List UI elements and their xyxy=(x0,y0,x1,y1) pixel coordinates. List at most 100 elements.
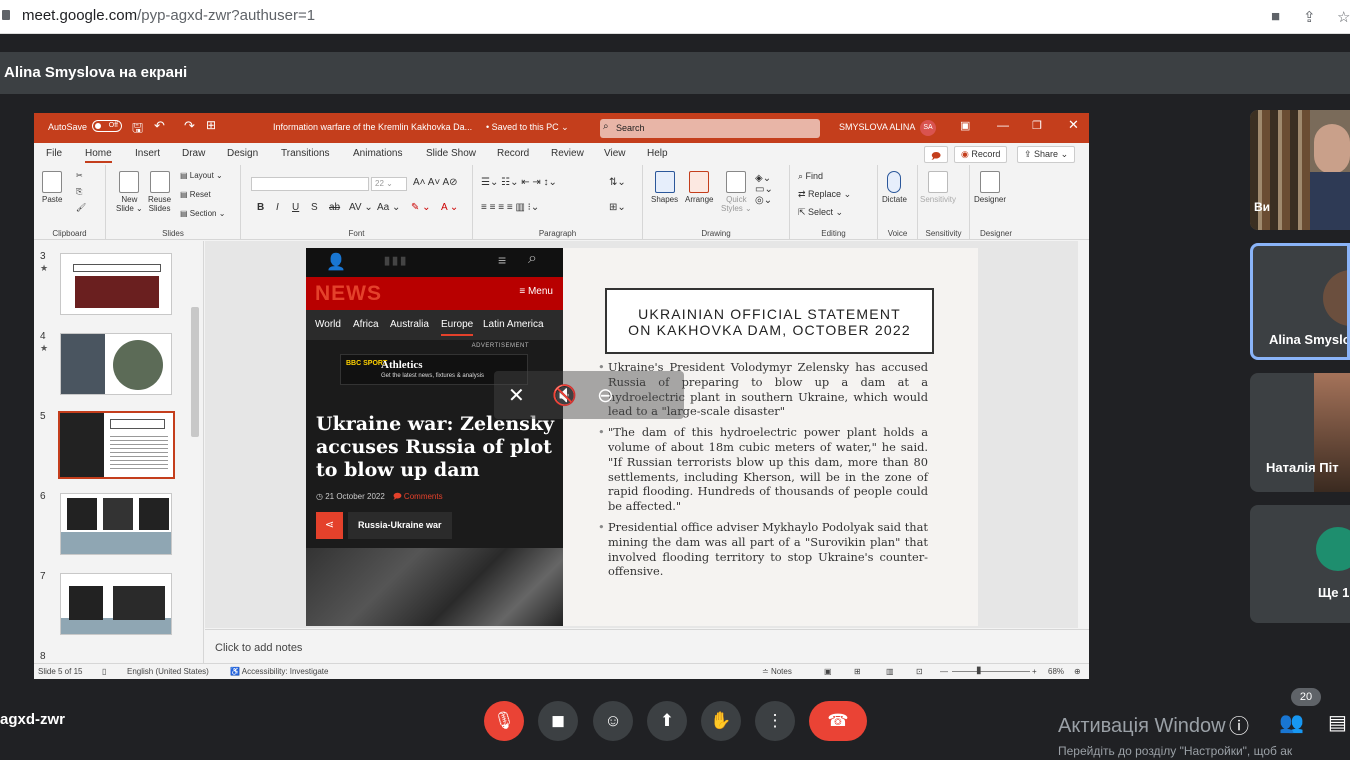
accessibility-status[interactable]: ♿ Accessibility: Investigate xyxy=(230,667,328,676)
ppt-search-box[interactable]: ⌕ Search xyxy=(600,119,820,138)
replace-button[interactable]: ⇄ Replace ⌄ xyxy=(798,189,851,200)
reuse-slides-button[interactable]: Reuse Slides xyxy=(148,171,171,213)
tab-draw[interactable]: Draw xyxy=(182,148,205,159)
leave-call-button[interactable]: ☎ xyxy=(809,701,867,741)
raise-hand-button[interactable]: ✋ xyxy=(701,701,741,741)
cut-icon[interactable]: ✂ xyxy=(76,171,83,180)
participant-tile-self[interactable]: Ви xyxy=(1250,110,1350,230)
minimize-icon[interactable]: — xyxy=(997,118,1009,132)
reading-view-icon[interactable]: ▥ xyxy=(886,667,894,676)
smartart-icon[interactable]: ⊞⌄ xyxy=(609,202,626,213)
designer-button[interactable]: Designer xyxy=(974,171,1006,204)
find-button[interactable]: ⌕ Find xyxy=(798,171,823,182)
char-spacing-button[interactable]: AV ⌄ xyxy=(349,202,373,213)
quick-styles-button[interactable]: Quick Styles ⌄ xyxy=(721,171,752,213)
align-icons[interactable]: ≡ ≡ ≡ ≡ ▥ ⁝⌄ xyxy=(481,202,539,213)
close-icon[interactable]: ✕ xyxy=(1068,117,1079,133)
ribbon-display-icon[interactable]: ▣ xyxy=(960,119,970,132)
slide-title-box[interactable]: UKRAINIAN OFFICIAL STATEMENT ON KAKHOVKA… xyxy=(605,288,934,354)
camera-icon[interactable]: ■ xyxy=(1271,8,1280,25)
remove-icon[interactable]: ⊖ xyxy=(597,383,614,408)
participant-tile-alina[interactable]: Alina Smyslo xyxy=(1250,243,1350,360)
strikethrough-button[interactable]: ab xyxy=(329,202,340,213)
present-icon[interactable]: ⊞ xyxy=(206,118,216,132)
layout-button[interactable]: ▤ Layout ⌄ xyxy=(180,171,223,180)
autosave-toggle[interactable]: Off xyxy=(92,120,122,132)
share-button[interactable]: ⇪ Share ⌄ xyxy=(1017,146,1076,163)
emoji-button[interactable]: ☺ xyxy=(593,701,633,741)
tab-help[interactable]: Help xyxy=(647,148,668,159)
participant-tile-more[interactable]: Ще 1 xyxy=(1250,505,1350,623)
tab-view[interactable]: View xyxy=(604,148,626,159)
undo-icon[interactable]: ↶ xyxy=(154,118,165,134)
spellcheck-icon[interactable]: ▯ xyxy=(102,667,106,676)
people-icon[interactable]: 👥 xyxy=(1279,710,1304,735)
participant-tile-natalia[interactable]: Наталія Піт xyxy=(1250,373,1350,492)
tab-record[interactable]: Record xyxy=(497,148,529,159)
reset-button[interactable]: ▤ Reset xyxy=(180,190,211,199)
slide-thumbnail-5[interactable] xyxy=(58,411,175,479)
pin-off-icon[interactable]: ✕ xyxy=(508,383,525,408)
highlight-icon[interactable]: ✎ ⌄ xyxy=(411,202,431,213)
slide-thumbnail-3[interactable] xyxy=(60,253,172,315)
camera-button[interactable]: ◼ xyxy=(538,701,578,741)
info-icon[interactable]: ⓘ xyxy=(1229,710,1249,739)
font-color-icon[interactable]: A ⌄ xyxy=(441,202,458,213)
bullets-icon[interactable]: ☰⌄ ☷⌄ ⇤ ⇥ ↕⌄ xyxy=(481,177,557,188)
font-size-select[interactable]: 22 ⌄ xyxy=(371,177,407,191)
slide-thumbnail-4[interactable] xyxy=(60,333,172,395)
font-family-select[interactable] xyxy=(251,177,369,191)
tab-slide-show[interactable]: Slide Show xyxy=(426,148,476,159)
tab-animations[interactable]: Animations xyxy=(353,148,402,159)
comments-button[interactable]: 🗩 xyxy=(924,146,948,163)
language-status[interactable]: English (United States) xyxy=(127,667,209,676)
saved-state[interactable]: • Saved to this PC ⌄ xyxy=(486,122,569,133)
mute-tile-icon[interactable]: 🔇 xyxy=(552,383,577,408)
new-slide-button[interactable]: New Slide ⌄ xyxy=(116,171,143,213)
tab-transitions[interactable]: Transitions xyxy=(281,148,330,159)
slideshow-view-icon[interactable]: ⊡ xyxy=(916,667,923,676)
chat-icon[interactable]: ▤ xyxy=(1328,710,1347,735)
shape-fill-icon[interactable]: ◈⌄ ▭⌄ ◎⌄ xyxy=(755,173,773,206)
notes-toggle[interactable]: ≐ Notes xyxy=(762,667,792,676)
share-page-icon[interactable]: ⇪ xyxy=(1303,8,1316,26)
paste-button[interactable]: Paste xyxy=(42,171,62,204)
normal-view-icon[interactable]: ▣ xyxy=(824,667,832,676)
tab-design[interactable]: Design xyxy=(227,148,258,159)
zoom-slider-thumb[interactable]: ▮ xyxy=(976,665,982,676)
current-slide[interactable]: 👤 ▮▮▮ ≡ ⌕ NEWS ≡ Menu World Africa Austr… xyxy=(306,248,978,626)
notes-pane[interactable]: Click to add notes xyxy=(205,629,1089,663)
slide-scrollbar[interactable] xyxy=(1079,241,1089,628)
increase-font-icon[interactable]: A˄ A˅ A⊘ xyxy=(413,177,458,188)
arrange-button[interactable]: Arrange xyxy=(685,171,713,204)
thumbnails-scrollbar[interactable] xyxy=(190,247,200,657)
url-field[interactable]: meet.google.com/pyp-agxd-zwr?authuser=1 xyxy=(22,7,315,24)
copy-icon[interactable]: ⎘ xyxy=(76,187,82,197)
dictate-button[interactable]: Dictate xyxy=(882,171,907,204)
shadow-button[interactable]: S xyxy=(311,202,318,213)
text-direction-icon[interactable]: ⇅⌄ xyxy=(609,177,626,188)
change-case-button[interactable]: Aa ⌄ xyxy=(377,202,400,213)
zoom-in-icon[interactable]: + xyxy=(1032,667,1037,676)
tab-insert[interactable]: Insert xyxy=(135,148,160,159)
underline-button[interactable]: U xyxy=(292,202,299,213)
save-icon[interactable]: 🖫 xyxy=(132,119,143,141)
fit-slide-icon[interactable]: ⊕ xyxy=(1074,667,1081,676)
slide-sorter-icon[interactable]: ⊞ xyxy=(854,667,861,676)
more-options-button[interactable]: ⋮ xyxy=(755,701,795,741)
italic-button[interactable]: I xyxy=(276,202,279,213)
zoom-out-icon[interactable]: — xyxy=(940,667,948,676)
zoom-slider[interactable] xyxy=(952,671,1030,672)
format-painter-icon[interactable]: 🖌 xyxy=(76,203,86,212)
tab-file[interactable]: File xyxy=(46,148,62,159)
tab-review[interactable]: Review xyxy=(551,148,584,159)
slide-thumbnail-7[interactable] xyxy=(60,573,172,635)
zoom-level[interactable]: 68% xyxy=(1048,667,1064,676)
redo-icon[interactable]: ↷ xyxy=(184,118,195,134)
slide-thumbnail-6[interactable] xyxy=(60,493,172,555)
tab-home[interactable]: Home xyxy=(85,148,112,163)
present-button[interactable]: ⬆ xyxy=(647,701,687,741)
shapes-button[interactable]: Shapes xyxy=(651,171,678,204)
bold-button[interactable]: B xyxy=(257,202,264,213)
restore-icon[interactable]: ❐ xyxy=(1032,119,1042,132)
